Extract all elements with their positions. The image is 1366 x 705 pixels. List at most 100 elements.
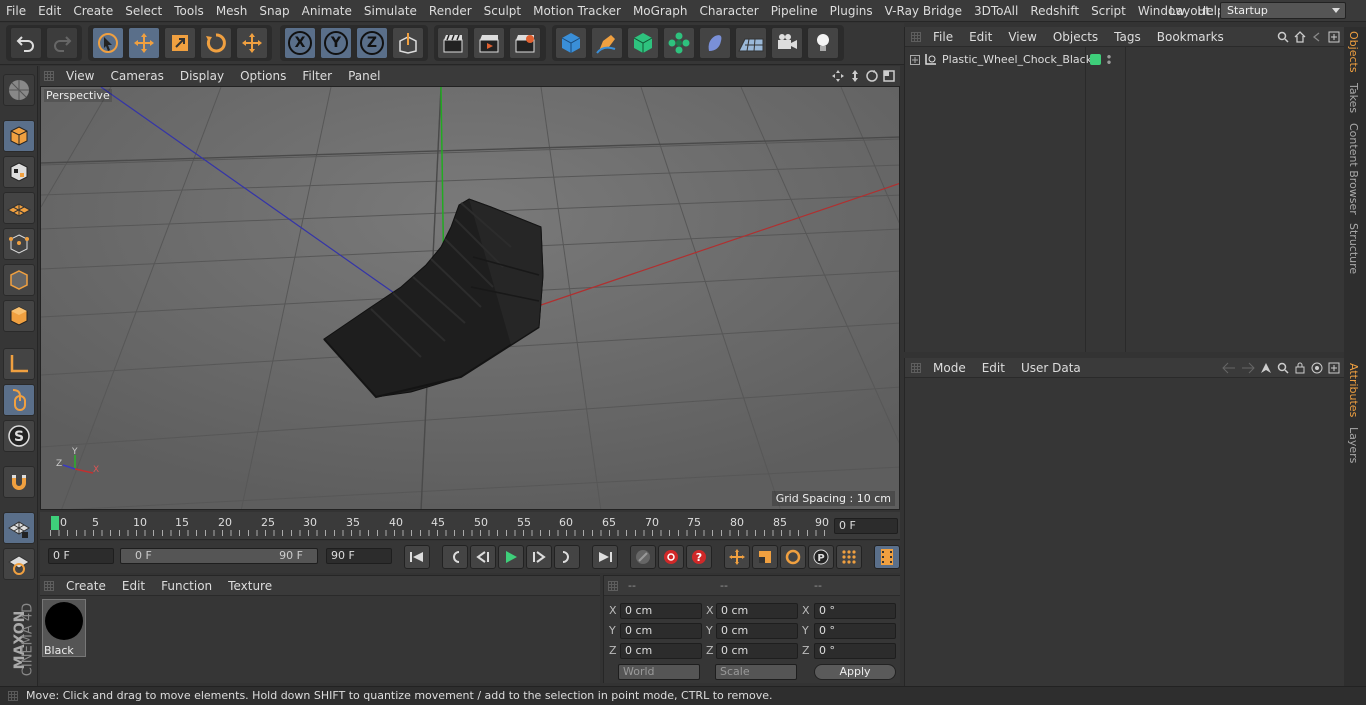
attribute-menu-mode[interactable]: Mode <box>925 358 974 378</box>
lock-icon[interactable] <box>1294 362 1306 374</box>
layer-color-tag[interactable] <box>1090 54 1101 65</box>
texture-mode-button[interactable] <box>3 156 35 188</box>
tab-layers[interactable]: Layers <box>1347 427 1360 463</box>
menu-snap[interactable]: Snap <box>253 0 295 22</box>
panel-grip[interactable] <box>608 580 618 591</box>
search-icon[interactable] <box>1277 362 1289 374</box>
key-scale-button[interactable] <box>752 545 778 569</box>
go-to-end-button[interactable] <box>592 545 618 569</box>
scale-tool-button[interactable] <box>164 27 196 59</box>
timeline-window-button[interactable] <box>874 545 900 569</box>
axis-mode-button[interactable] <box>3 348 35 380</box>
tab-objects[interactable]: Objects <box>1347 31 1360 73</box>
expand-plus-icon[interactable] <box>910 55 920 65</box>
menu-vray-bridge[interactable]: V-Ray Bridge <box>879 0 968 22</box>
make-editable-button[interactable] <box>3 74 35 106</box>
render-picture-viewer-button[interactable] <box>473 27 505 59</box>
viewport-move-icon[interactable] <box>831 69 845 83</box>
panel-grip[interactable] <box>44 71 54 81</box>
viewport-menu-display[interactable]: Display <box>172 66 232 86</box>
coordinate-space-select[interactable]: World <box>618 664 700 680</box>
planar-workplane-button[interactable] <box>3 548 35 580</box>
menu-tools[interactable]: Tools <box>168 0 210 22</box>
rotation-p-field[interactable]: 0 ° <box>814 623 896 639</box>
object-menu-objects[interactable]: Objects <box>1045 27 1106 47</box>
live-selection-button[interactable] <box>92 27 124 59</box>
menu-script[interactable]: Script <box>1085 0 1132 22</box>
prev-frame-button[interactable] <box>470 545 496 569</box>
key-parameter-button[interactable]: P <box>808 545 834 569</box>
cloner-button[interactable] <box>663 27 695 59</box>
subdivision-button[interactable] <box>627 27 659 59</box>
search-icon[interactable] <box>1277 31 1289 43</box>
tab-attributes[interactable]: Attributes <box>1347 363 1360 417</box>
size-mode-select[interactable]: Scale <box>715 664 797 680</box>
apply-button[interactable]: Apply <box>814 664 896 680</box>
attribute-menu-edit[interactable]: Edit <box>974 358 1013 378</box>
menu-character[interactable]: Character <box>693 0 764 22</box>
start-frame-field[interactable]: 0 F <box>48 548 114 564</box>
keyframe-selection-button[interactable]: ? <box>686 545 712 569</box>
material-menu-function[interactable]: Function <box>153 576 220 596</box>
move-tool-button[interactable] <box>128 27 160 59</box>
material-swatch[interactable]: Black <box>42 599 86 657</box>
viewport-menu-options[interactable]: Options <box>232 66 294 86</box>
timeline-ruler[interactable]: 0 5 10 15 20 25 30 35 40 45 50 55 60 65 … <box>40 512 900 540</box>
coordinate-system-button[interactable] <box>392 27 424 59</box>
perspective-viewport[interactable]: Y X Z Perspective Grid Spacing : 10 cm <box>40 86 900 510</box>
autokey-button[interactable] <box>658 545 684 569</box>
lock-workplane-button[interactable] <box>3 512 35 544</box>
render-settings-button[interactable] <box>509 27 541 59</box>
object-row[interactable]: Plastic_Wheel_Chock_Black <box>905 51 1345 69</box>
position-z-field[interactable]: 0 cm <box>620 643 702 659</box>
material-menu-texture[interactable]: Texture <box>220 576 280 596</box>
workplane-mode-button[interactable] <box>3 192 35 224</box>
target-icon[interactable] <box>1311 362 1323 374</box>
viewport-menu-filter[interactable]: Filter <box>294 66 340 86</box>
model-mode-button[interactable] <box>3 120 35 152</box>
redo-button[interactable] <box>46 27 78 59</box>
position-y-field[interactable]: 0 cm <box>620 623 702 639</box>
cube-object-button[interactable] <box>555 27 587 59</box>
next-frame-button[interactable] <box>526 545 552 569</box>
polygons-mode-button[interactable] <box>3 300 35 332</box>
viewport-menu-panel[interactable]: Panel <box>340 66 388 86</box>
solo-mode-button[interactable]: S <box>3 420 35 452</box>
menu-render[interactable]: Render <box>423 0 478 22</box>
floor-button[interactable] <box>735 27 767 59</box>
attribute-menu-user-data[interactable]: User Data <box>1013 358 1089 378</box>
render-view-button[interactable] <box>437 27 469 59</box>
rotation-h-field[interactable]: 0 ° <box>814 603 896 619</box>
current-frame-field[interactable]: 0 F <box>834 518 898 534</box>
menu-plugins[interactable]: Plugins <box>824 0 879 22</box>
size-y-field[interactable]: 0 cm <box>716 623 798 639</box>
new-panel-icon[interactable] <box>1328 362 1340 374</box>
panel-grip[interactable] <box>911 31 921 42</box>
panel-grip[interactable] <box>8 691 18 701</box>
size-z-field[interactable]: 0 cm <box>716 643 798 659</box>
viewport-menu-cameras[interactable]: Cameras <box>102 66 171 86</box>
points-mode-button[interactable] <box>3 228 35 260</box>
object-menu-file[interactable]: File <box>925 27 961 47</box>
panel-grip[interactable] <box>44 580 54 591</box>
visibility-dots[interactable] <box>1107 54 1111 65</box>
x-axis-lock-button[interactable]: X <box>284 27 316 59</box>
menu-3dtoall[interactable]: 3DToAll <box>968 0 1024 22</box>
menu-motion-tracker[interactable]: Motion Tracker <box>527 0 627 22</box>
transform-tool-button[interactable] <box>236 27 268 59</box>
material-menu-edit[interactable]: Edit <box>114 576 153 596</box>
go-to-start-button[interactable] <box>404 545 430 569</box>
viewport-zoom-icon[interactable] <box>848 69 862 83</box>
menu-edit[interactable]: Edit <box>32 0 67 22</box>
edges-mode-button[interactable] <box>3 264 35 296</box>
menu-animate[interactable]: Animate <box>296 0 358 22</box>
tweak-mode-button[interactable] <box>3 384 35 416</box>
key-rotation-button[interactable] <box>780 545 806 569</box>
menu-sculpt[interactable]: Sculpt <box>478 0 527 22</box>
nav-forward-icon[interactable] <box>1241 362 1255 374</box>
layout-select[interactable]: Startup <box>1220 2 1346 19</box>
menu-mesh[interactable]: Mesh <box>210 0 254 22</box>
menu-simulate[interactable]: Simulate <box>358 0 423 22</box>
rotation-b-field[interactable]: 0 ° <box>814 643 896 659</box>
menu-select[interactable]: Select <box>119 0 168 22</box>
